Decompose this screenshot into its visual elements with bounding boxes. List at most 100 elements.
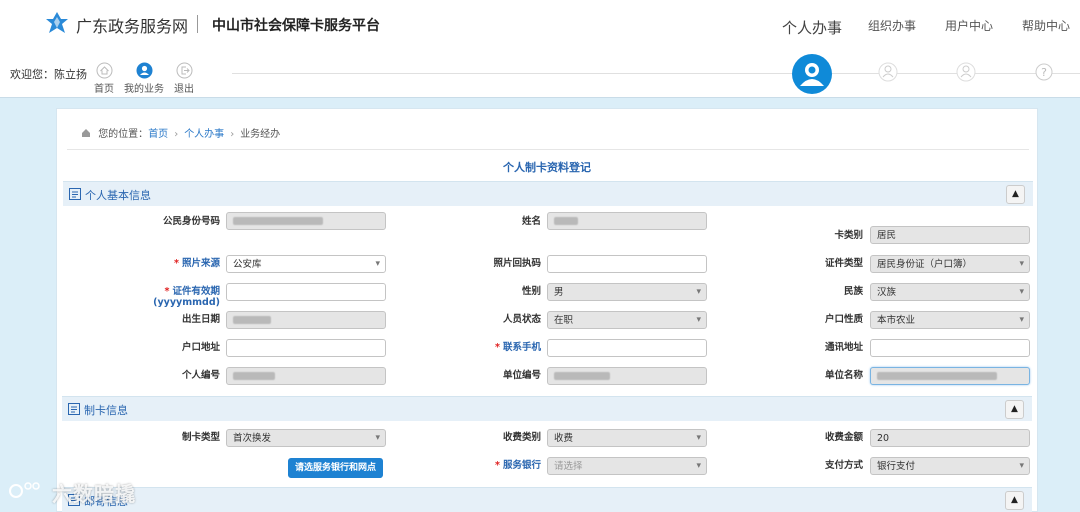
breadcrumb-divider — [67, 149, 1029, 150]
collapse-third-button[interactable]: ▲ — [1005, 491, 1024, 510]
section-card-info: 制卡信息 ▲ — [62, 396, 1032, 421]
gd-logo-icon — [46, 12, 68, 33]
logout-icon — [176, 62, 192, 79]
nav-track-line — [232, 73, 1080, 74]
required-mark: * — [164, 286, 170, 297]
select-bank-button[interactable]: 请选服务银行和网点 — [288, 458, 383, 478]
label-phone: * 联系手机 — [421, 339, 541, 353]
label-hukou-type: 户口性质 — [824, 314, 863, 325]
validity-input[interactable] — [226, 283, 386, 301]
breadcrumb: 您的位置：首页 › 个人办事 › 业务经办 — [81, 125, 280, 140]
label-id-number: 公民身份号码 — [162, 216, 220, 227]
label-person-number: 个人编号 — [181, 370, 220, 381]
svg-text:?: ? — [1041, 66, 1047, 79]
photo-receipt-input[interactable] — [547, 255, 707, 273]
top-header: 广东政务服务网 中山市社会保障卡服务平台 个人办事 组织办事 用户中心 帮助中心… — [0, 0, 1080, 98]
pay-method-select[interactable]: 银行支付 — [870, 457, 1030, 475]
section-basic-title: 个人基本信息 — [85, 189, 151, 202]
phone-input[interactable] — [547, 339, 707, 357]
unit-number-field — [547, 367, 707, 385]
section-form-icon — [68, 403, 80, 415]
label-gender: 性别 — [521, 286, 541, 297]
label-make-type: 制卡类型 — [181, 432, 220, 443]
label-fee-type: 收费类别 — [502, 432, 541, 443]
breadcrumb-sep-icon: › — [230, 129, 235, 140]
person-number-field — [226, 367, 386, 385]
make-type-select[interactable]: 首次换发 — [226, 429, 386, 447]
mail-address-input[interactable] — [870, 339, 1030, 357]
required-mark: * — [495, 342, 500, 353]
section-card-title: 制卡信息 — [84, 404, 128, 417]
header-divider — [197, 15, 198, 33]
form-title: 个人制卡资料登记 — [503, 161, 591, 174]
label-service-bank: * 服务银行 — [421, 457, 541, 471]
label-photo-source: * 照片来源 — [100, 255, 220, 269]
subnav-home-label: 首页 — [94, 84, 114, 95]
fee-amount-field: 20 — [870, 429, 1030, 447]
label-doc-type: 证件类型 — [824, 258, 863, 269]
subnav-my-business[interactable]: 我的业务 — [122, 62, 166, 95]
label-mail-address: 通讯地址 — [824, 342, 863, 353]
label-fee-amount: 收费金额 — [824, 432, 863, 443]
label-card-type: 卡类别 — [834, 230, 863, 241]
breadcrumb-prefix: 您的位置： — [98, 129, 149, 140]
label-ethnicity: 民族 — [843, 286, 863, 297]
id-number-field — [226, 212, 386, 230]
platform-name: 中山市社会保障卡服务平台 — [212, 18, 380, 34]
breadcrumb-personal[interactable]: 个人办事 — [184, 129, 224, 140]
organization-icon[interactable] — [878, 62, 898, 82]
nav-personal[interactable]: 个人办事 — [782, 17, 842, 38]
breadcrumb-home[interactable]: 首页 — [148, 129, 168, 140]
birth-date-field — [226, 311, 386, 329]
subnav-logout[interactable]: 退出 — [162, 62, 206, 95]
label-unit-number: 单位编号 — [502, 370, 541, 381]
breadcrumb-home-icon — [82, 129, 90, 137]
subnav-my-business-label: 我的业务 — [124, 84, 164, 95]
section-form-icon — [69, 188, 81, 200]
site-name[interactable]: 广东政务服务网 — [76, 13, 188, 37]
nav-user-center[interactable]: 用户中心 — [945, 17, 993, 34]
card-type-field: 居民 — [870, 226, 1030, 244]
help-icon[interactable]: ? — [1034, 62, 1054, 82]
breadcrumb-current: 业务经办 — [240, 129, 281, 140]
hukou-address-input[interactable] — [226, 339, 386, 357]
gender-select[interactable]: 男 — [547, 283, 707, 301]
label-service-bank-text: 服务银行 — [502, 460, 541, 471]
welcome-text: 欢迎您：陈立扬 — [10, 68, 87, 81]
label-photo-source-text: 照片来源 — [181, 258, 220, 269]
form-card: 您的位置：首页 › 个人办事 › 业务经办 个人制卡资料登记 个人基本信息 ▲ — [56, 108, 1038, 512]
section-basic-info: 个人基本信息 ▲ — [63, 181, 1033, 206]
label-validity-text: 证件有效期(yyyymmdd) — [153, 286, 220, 308]
fee-type-select[interactable]: 收费 — [547, 429, 707, 447]
label-validity: * 证件有效期(yyyymmdd) — [100, 283, 220, 308]
collapse-card-button[interactable]: ▲ — [1005, 400, 1024, 419]
user-icon — [136, 62, 152, 79]
user-center-icon[interactable] — [956, 62, 976, 82]
nav-organization[interactable]: 组织办事 — [868, 17, 916, 34]
label-phone-text: 联系手机 — [502, 342, 541, 353]
watermark-text: 六数暗撬 — [52, 482, 136, 506]
required-mark: * — [495, 460, 500, 471]
subnav-logout-label: 退出 — [174, 84, 194, 95]
photo-source-select[interactable]: 公安库 — [226, 255, 386, 273]
nav-help-center[interactable]: 帮助中心 — [1022, 17, 1070, 34]
required-mark: * — [174, 258, 179, 269]
label-photo-receipt: 照片回执码 — [493, 258, 541, 269]
person-status-select[interactable]: 在职 — [547, 311, 707, 329]
personal-service-icon[interactable] — [792, 54, 832, 94]
label-pay-method: 支付方式 — [824, 460, 863, 471]
label-hukou-address: 户口地址 — [181, 342, 220, 353]
label-name: 姓名 — [521, 216, 541, 227]
section-third: 邮寄信息 ▲ — [62, 487, 1032, 512]
collapse-basic-button[interactable]: ▲ — [1006, 185, 1025, 204]
label-unit-name: 单位名称 — [824, 370, 863, 381]
subnav-home[interactable]: 首页 — [82, 62, 126, 95]
doc-type-select[interactable]: 居民身份证（户口簿） — [870, 255, 1030, 273]
hukou-type-select[interactable]: 本市农业 — [870, 311, 1030, 329]
service-bank-select[interactable]: 请选择 — [547, 457, 707, 475]
ethnicity-select[interactable]: 汉族 — [870, 283, 1030, 301]
label-person-status: 人员状态 — [502, 314, 541, 325]
name-field — [547, 212, 707, 230]
watermark-logo-icon — [9, 482, 40, 498]
unit-name-field[interactable] — [870, 367, 1030, 385]
